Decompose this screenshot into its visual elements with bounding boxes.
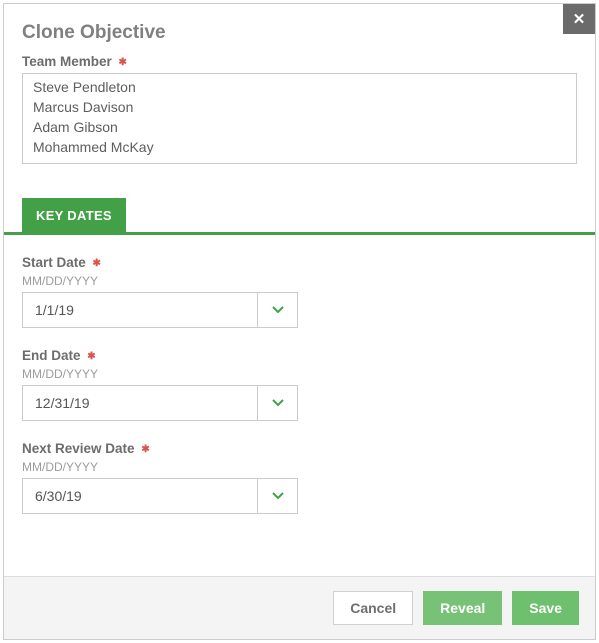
end-date-hint: MM/DD/YYYY [22, 367, 577, 381]
start-date-picker-button[interactable] [257, 293, 297, 327]
end-date-group: End Date ✱ MM/DD/YYYY [22, 348, 577, 421]
modal-clone-objective: Clone Objective ✕ Team Member ✱ Steve Pe… [3, 3, 596, 640]
next-review-date-hint: MM/DD/YYYY [22, 460, 577, 474]
start-date-group: Start Date ✱ MM/DD/YYYY [22, 255, 577, 328]
next-review-date-group: Next Review Date ✱ MM/DD/YYYY [22, 441, 577, 514]
end-date-picker-button[interactable] [257, 386, 297, 420]
required-star-icon: ✱ [119, 57, 127, 68]
chevron-down-icon [272, 399, 284, 407]
chevron-down-icon [272, 492, 284, 500]
modal-footer: Cancel Reveal Save [4, 576, 595, 639]
modal-title: Clone Objective [22, 22, 577, 44]
next-review-date-input-wrap [22, 478, 298, 514]
cancel-button[interactable]: Cancel [333, 591, 413, 625]
team-member-label: Team Member ✱ [22, 54, 577, 69]
key-dates-section: Start Date ✱ MM/DD/YYYY End Date ✱ MM/DD… [4, 235, 595, 544]
close-icon: ✕ [573, 10, 586, 28]
next-review-date-label: Next Review Date ✱ [22, 441, 577, 456]
next-review-date-label-text: Next Review Date [22, 441, 135, 456]
end-date-label: End Date ✱ [22, 348, 577, 363]
end-date-input-wrap [22, 385, 298, 421]
start-date-label: Start Date ✱ [22, 255, 577, 270]
team-member-section: Team Member ✱ Steve Pendleton Marcus Dav… [4, 54, 595, 198]
start-date-label-text: Start Date [22, 255, 86, 270]
save-button[interactable]: Save [512, 591, 579, 625]
required-star-icon: ✱ [93, 258, 101, 269]
close-button[interactable]: ✕ [563, 4, 595, 34]
list-item[interactable]: Steve Pendleton [33, 77, 568, 97]
chevron-down-icon [272, 306, 284, 314]
team-member-label-text: Team Member [22, 54, 112, 69]
start-date-input[interactable] [23, 293, 257, 327]
start-date-input-wrap [22, 292, 298, 328]
reveal-button[interactable]: Reveal [423, 591, 502, 625]
end-date-input[interactable] [23, 386, 257, 420]
list-item[interactable]: Mohammed McKay [33, 137, 568, 157]
start-date-hint: MM/DD/YYYY [22, 274, 577, 288]
list-item[interactable]: Marcus Davison [33, 97, 568, 117]
required-star-icon: ✱ [141, 444, 149, 455]
list-item[interactable]: Adam Gibson [33, 117, 568, 137]
next-review-date-input[interactable] [23, 479, 257, 513]
tabs-row: KEY DATES [4, 198, 595, 235]
end-date-label-text: End Date [22, 348, 81, 363]
tab-key-dates[interactable]: KEY DATES [22, 198, 126, 232]
required-star-icon: ✱ [87, 351, 95, 362]
team-member-listbox-inner: Steve Pendleton Marcus Davison Adam Gibs… [23, 74, 576, 160]
modal-header: Clone Objective ✕ [4, 4, 595, 54]
team-member-listbox[interactable]: Steve Pendleton Marcus Davison Adam Gibs… [22, 73, 577, 164]
next-review-date-picker-button[interactable] [257, 479, 297, 513]
